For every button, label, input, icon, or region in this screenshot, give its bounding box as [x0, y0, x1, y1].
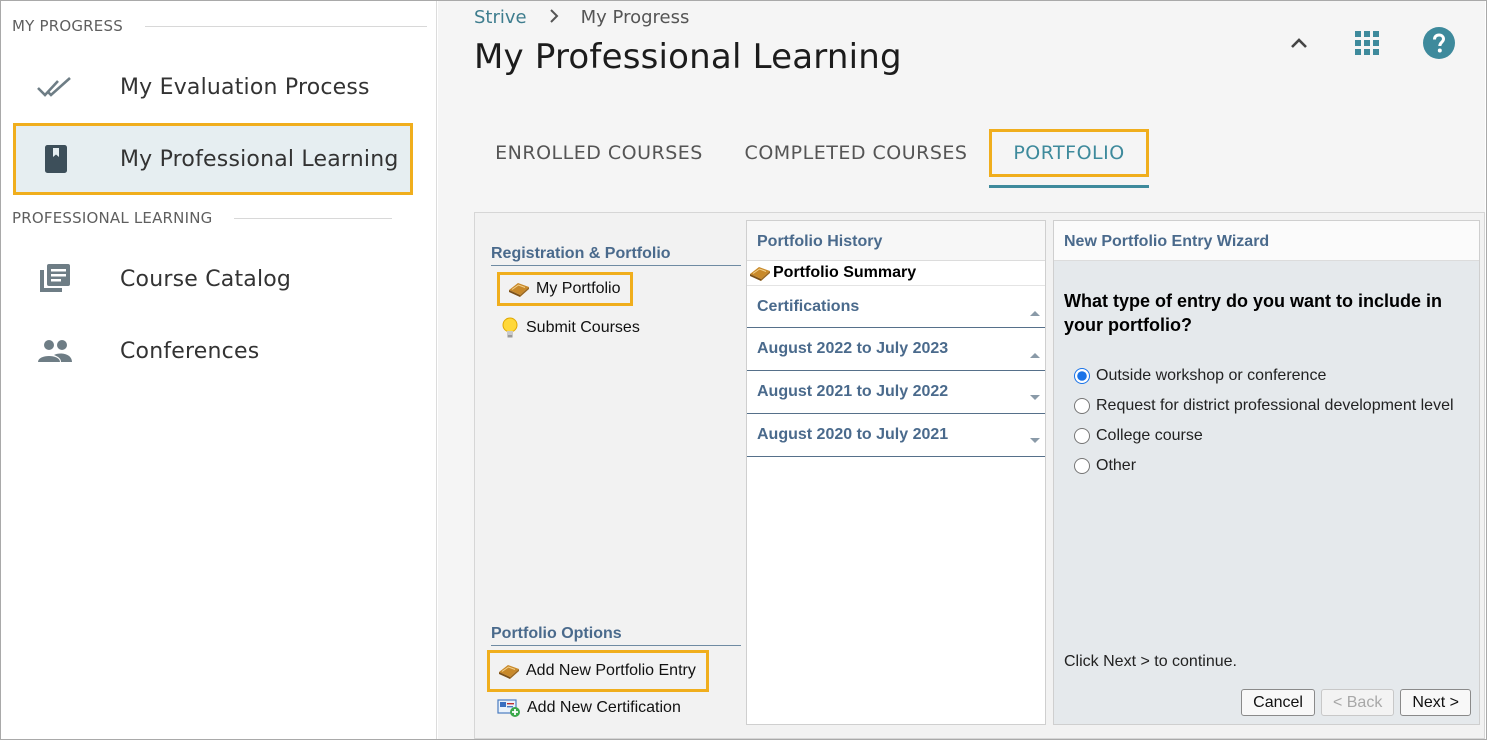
option-label: Request for district professional develo…	[1096, 397, 1454, 414]
history-row-label: Certifications	[757, 297, 860, 315]
option-college-course[interactable]: College course	[1074, 421, 1454, 451]
portfolio-book-icon	[749, 265, 771, 281]
section-divider	[234, 217, 393, 219]
apps-grid-icon[interactable]	[1353, 25, 1381, 61]
my-portfolio-link[interactable]: My Portfolio	[497, 272, 634, 306]
catalog-icon	[12, 263, 98, 295]
wizard-buttons: Cancel < Back Next >	[1241, 689, 1471, 716]
people-icon	[12, 339, 98, 363]
add-new-certification-link[interactable]: Add New Certification	[497, 691, 681, 725]
chevron-up-icon[interactable]	[1285, 25, 1313, 61]
section-divider	[144, 25, 427, 27]
registration-portfolio-heading: Registration & Portfolio	[491, 245, 741, 266]
tab-enrolled-courses[interactable]: ENROLLED COURSES	[474, 129, 724, 177]
portfolio-book-icon	[498, 663, 520, 679]
add-certificate-icon	[497, 698, 521, 718]
wizard-question: What type of entry do you want to includ…	[1064, 291, 1442, 335]
sidebar-item-label: My Professional Learning	[120, 146, 399, 172]
portfolio-book-icon	[508, 281, 530, 297]
breadcrumb-current: My Progress	[580, 7, 690, 28]
sidebar-item-conferences[interactable]: Conferences	[12, 316, 412, 386]
tab-active-indicator	[989, 185, 1149, 188]
submit-courses-link[interactable]: Submit Courses	[500, 311, 640, 345]
option-radio[interactable]	[1074, 428, 1090, 444]
sidebar-item-my-professional-learning[interactable]: My Professional Learning	[13, 123, 413, 195]
main-content: Strive My Progress My Professional Learn…	[438, 1, 1485, 739]
sidebar-item-course-catalog[interactable]: Course Catalog	[12, 244, 412, 314]
breadcrumb-link-strive[interactable]: Strive	[474, 7, 527, 28]
add-new-portfolio-entry-label: Add New Portfolio Entry	[526, 662, 696, 679]
tab-label: PORTFOLIO	[1013, 142, 1125, 164]
history-row-2022-2023[interactable]: August 2022 to July 2023	[747, 328, 1045, 371]
sidebar-item-label: Course Catalog	[120, 266, 292, 292]
option-label: Outside workshop or conference	[1096, 367, 1327, 384]
wizard-heading: New Portfolio Entry Wizard	[1054, 221, 1479, 261]
option-outside-workshop[interactable]: Outside workshop or conference	[1074, 361, 1454, 391]
tab-completed-courses[interactable]: COMPLETED COURSES	[734, 129, 978, 177]
portfolio-history-heading: Portfolio History	[747, 221, 1045, 261]
triangle-up-icon	[1029, 304, 1041, 322]
book-icon	[16, 144, 96, 174]
triangle-down-icon	[1029, 432, 1041, 450]
next-button[interactable]: Next >	[1400, 689, 1471, 716]
history-row-2020-2021[interactable]: August 2020 to July 2021	[747, 414, 1045, 457]
lightbulb-icon	[500, 317, 520, 339]
submit-courses-label: Submit Courses	[526, 319, 640, 336]
section-heading-my-progress: MY PROGRESS	[12, 17, 427, 35]
triangle-down-icon	[1029, 389, 1041, 407]
option-district-pd-level[interactable]: Request for district professional develo…	[1074, 391, 1454, 421]
option-radio[interactable]	[1074, 398, 1090, 414]
portfolio-history: Portfolio History Portfolio Summary Cert…	[746, 220, 1046, 725]
section-title: PROFESSIONAL LEARNING	[12, 209, 213, 227]
portfolio-nav: Registration & Portfolio My Portfolio Su…	[483, 213, 741, 733]
history-row-label: August 2020 to July 2021	[757, 426, 949, 443]
page-title: My Professional Learning	[474, 37, 902, 77]
option-radio[interactable]	[1074, 368, 1090, 384]
help-icon[interactable]	[1421, 25, 1457, 61]
sidebar-item-my-evaluation-process[interactable]: My Evaluation Process	[12, 52, 412, 122]
sidebar-item-label: My Evaluation Process	[120, 74, 370, 100]
entry-type-options: Outside workshop or conference Request f…	[1074, 361, 1454, 481]
section-title: MY PROGRESS	[12, 17, 123, 35]
add-new-portfolio-entry-link[interactable]: Add New Portfolio Entry	[487, 650, 709, 692]
history-row-label: August 2021 to July 2022	[757, 383, 949, 400]
add-new-certification-label: Add New Certification	[527, 699, 681, 716]
sidebar: MY PROGRESS My Evaluation Process My Pro…	[1, 1, 437, 739]
option-label: College course	[1096, 427, 1203, 444]
my-portfolio-label: My Portfolio	[536, 280, 621, 297]
option-radio[interactable]	[1074, 458, 1090, 474]
back-button[interactable]: < Back	[1320, 689, 1395, 716]
portfolio-summary-label: Portfolio Summary	[773, 264, 917, 281]
sidebar-item-label: Conferences	[120, 338, 260, 364]
triangle-up-icon	[1029, 346, 1041, 364]
history-row-certifications[interactable]: Certifications	[747, 285, 1045, 328]
section-heading-professional-learning: PROFESSIONAL LEARNING	[12, 209, 393, 227]
double-check-icon	[12, 75, 98, 99]
portfolio-panel: Registration & Portfolio My Portfolio Su…	[474, 212, 1485, 739]
history-row-label: August 2022 to July 2023	[757, 340, 949, 357]
portfolio-options-heading: Portfolio Options	[491, 625, 741, 646]
option-label: Other	[1096, 457, 1137, 474]
option-other[interactable]: Other	[1074, 451, 1454, 481]
history-row-2021-2022[interactable]: August 2021 to July 2022	[747, 371, 1045, 414]
tab-label: ENROLLED COURSES	[495, 142, 703, 164]
portfolio-summary-link[interactable]: Portfolio Summary	[747, 261, 1045, 285]
cancel-button[interactable]: Cancel	[1241, 689, 1315, 716]
new-entry-wizard: New Portfolio Entry Wizard What type of …	[1053, 220, 1480, 725]
wizard-hint: Click Next > to continue.	[1064, 653, 1237, 670]
tab-portfolio[interactable]: PORTFOLIO	[989, 129, 1149, 177]
tab-label: COMPLETED COURSES	[744, 142, 968, 164]
chevron-right-icon	[549, 8, 559, 28]
breadcrumb: Strive My Progress	[474, 7, 689, 28]
